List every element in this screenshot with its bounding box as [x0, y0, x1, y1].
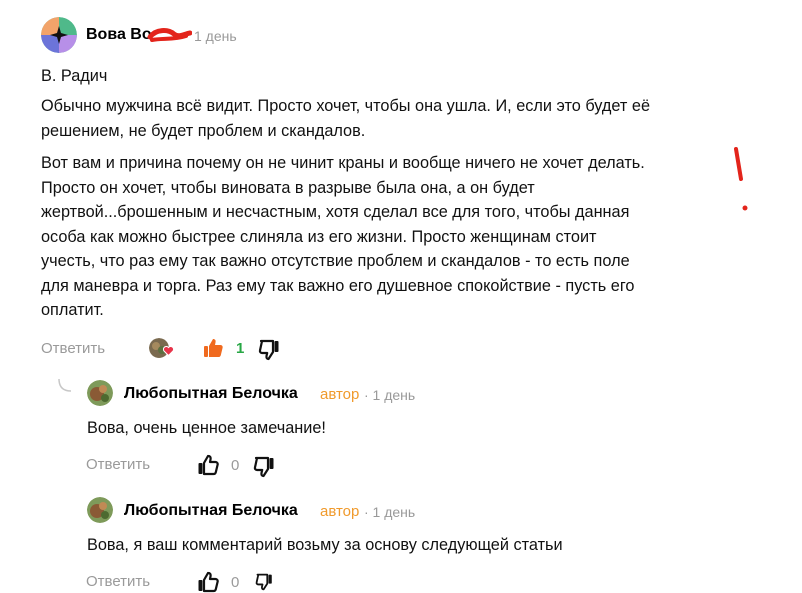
paragraph-line: для маневра и торга. Раз ему так важно е… [41, 276, 635, 295]
reply-2-reply-button[interactable]: Ответить [86, 573, 150, 590]
main-comment-paragraph-1: Обычно мужчина всё видит. Просто хочет, … [41, 94, 741, 143]
paragraph-line: Обычно мужчина всё видит. Просто хочет, … [41, 97, 651, 115]
paragraph-line: особа как можно быстрее слиняла из его ж… [41, 227, 597, 246]
reply-1-text: Вова, очень ценное замечание! [87, 419, 326, 437]
main-comment-like-count: 1 [236, 340, 245, 357]
thumbs-up-icon[interactable] [197, 571, 219, 593]
paragraph-line: Вот вам и причина почему он не чинит кра… [41, 154, 645, 172]
reply-1-author-badge: автор [320, 386, 360, 403]
reply-1-like-count: 0 [231, 457, 240, 474]
reply-1-time: · 1 день [364, 387, 416, 403]
red-scribble-annotation [147, 28, 192, 42]
reply-1-avatar[interactable] [87, 380, 113, 406]
user-avatar-icon [41, 17, 77, 53]
heart-reaction-icon [163, 346, 174, 356]
reply-1-author[interactable]: Любопытная Белочка [124, 385, 298, 403]
main-comment-time: 1 день [194, 28, 237, 44]
main-comment-reply-button[interactable]: Ответить [41, 340, 105, 357]
reply-2-avatar[interactable] [87, 497, 113, 523]
paragraph-line: жертвой...брошенным и несчастным, хотя с… [41, 203, 630, 221]
red-exclamation-annotation [734, 147, 748, 211]
reply-thread-icon [58, 379, 72, 392]
main-comment-quote: В. Радич [41, 67, 108, 85]
reply-2-time: · 1 день [364, 504, 416, 520]
thumbs-down-icon[interactable] [258, 339, 280, 361]
reply-2-author-badge: автор [320, 503, 360, 520]
thumbs-down-icon[interactable] [253, 573, 275, 591]
main-comment-paragraph-2: Вот вам и причина почему он не чинит кра… [41, 151, 741, 323]
thumbs-up-icon[interactable] [202, 337, 224, 359]
paragraph-line: решением, не будет проблем и скандалов. [41, 121, 366, 140]
thumbs-up-icon[interactable] [197, 454, 219, 476]
reply-2-author[interactable]: Любопытная Белочка [124, 502, 298, 520]
thumbs-down-icon[interactable] [253, 456, 275, 478]
user-avatar-icon [87, 497, 113, 523]
main-comment-avatar[interactable] [41, 17, 77, 53]
reply-2-like-count: 0 [231, 574, 240, 591]
paragraph-line: Просто он хочет, чтобы виновата в разрыв… [41, 178, 535, 197]
paragraph-line: учесть, что раз ему так важно отсутствие… [41, 252, 630, 270]
reply-1-reply-button[interactable]: Ответить [86, 456, 150, 473]
reply-2-text: Вова, я ваш комментарий возьму за основу… [87, 536, 563, 554]
main-comment-author[interactable]: Вова Во [86, 26, 152, 44]
paragraph-line: оплатит. [41, 301, 104, 319]
user-avatar-icon [87, 380, 113, 406]
